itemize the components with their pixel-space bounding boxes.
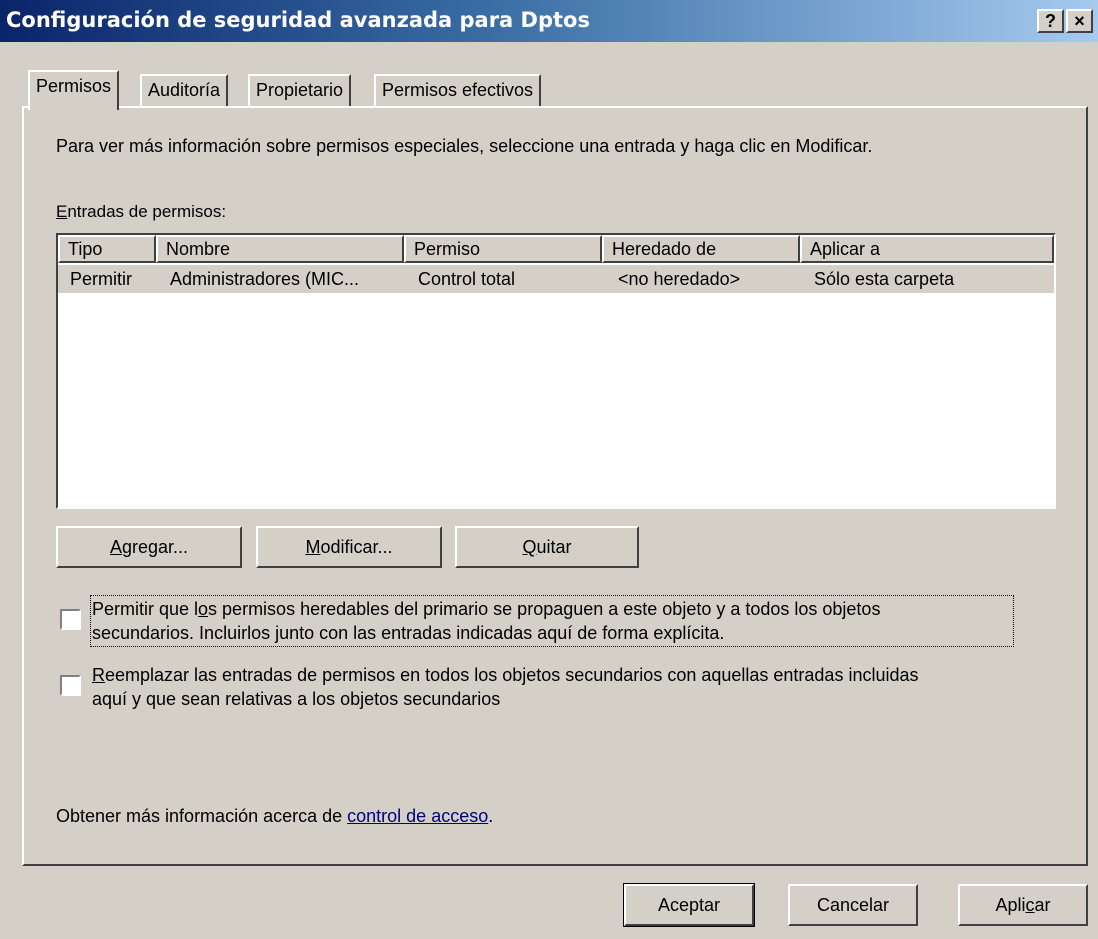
title-bar[interactable]: Configuración de seguridad avanzada para… xyxy=(0,0,1098,42)
apply-button[interactable]: Aplicar xyxy=(958,884,1088,926)
inherit-permissions-label[interactable]: Permitir que los permisos heredables del… xyxy=(90,595,1014,647)
tab-permisos[interactable]: Permisos xyxy=(28,70,120,110)
label-text: eemplazar las entradas de permisos en to… xyxy=(105,665,919,685)
help-button[interactable]: ? xyxy=(1037,9,1064,33)
button-text: Apli xyxy=(995,895,1026,915)
remove-button[interactable]: Quitar xyxy=(455,526,639,568)
column-header-tipo[interactable]: Tipo xyxy=(58,235,156,263)
mnemonic: A xyxy=(109,537,122,557)
column-header-aplicar[interactable]: Aplicar a xyxy=(800,235,1054,263)
more-info-text: Obtener más información acerca de contro… xyxy=(56,806,493,827)
replace-permissions-label[interactable]: Reemplazar las entradas de permisos en t… xyxy=(92,663,1088,711)
access-control-link[interactable]: control de acceso xyxy=(347,806,488,826)
inherit-permissions-checkbox[interactable] xyxy=(60,609,81,630)
button-text: ar xyxy=(1034,895,1051,915)
mnemonic: o xyxy=(198,599,209,619)
add-button[interactable]: Agregar... xyxy=(56,526,242,568)
modify-button[interactable]: Modificar... xyxy=(256,526,442,568)
cell-tipo: Permitir xyxy=(70,269,132,289)
list-header: Tipo Nombre Permiso Heredado de Aplicar … xyxy=(58,235,1054,263)
window-title: Configuración de seguridad avanzada para… xyxy=(6,8,590,32)
more-info-prefix: Obtener más información acerca de xyxy=(56,806,348,826)
table-row[interactable]: Permitir Administradores (MIC... Control… xyxy=(58,265,1054,293)
cell-nombre: Administradores (MIC... xyxy=(170,269,360,289)
tab-permisos-efectivos[interactable]: Permisos efectivos xyxy=(374,74,542,106)
label-line: Reemplazar las entradas de permisos en t… xyxy=(92,663,1088,687)
label-text: Permitir que l xyxy=(92,599,199,619)
advanced-security-dialog: Configuración de seguridad avanzada para… xyxy=(0,0,1098,939)
cell-aplicar: Sólo esta carpeta xyxy=(814,269,955,289)
close-icon: × xyxy=(1074,11,1085,31)
tab-label: Permisos xyxy=(36,76,112,96)
mnemonic: c xyxy=(1025,895,1035,915)
tab-label: Propietario xyxy=(256,80,344,100)
button-text: uitar xyxy=(536,537,572,557)
cell-permiso: Control total xyxy=(418,269,516,289)
instructions-text: Para ver más información sobre permisos … xyxy=(56,136,873,156)
entries-label: Entradas de permisos: xyxy=(56,202,226,222)
tab-label: Auditoría xyxy=(148,80,221,100)
cancel-button[interactable]: Cancelar xyxy=(788,884,918,926)
label-line: Permitir que los permisos heredables del… xyxy=(92,597,1012,621)
label-line: secundarios. Incluirlos junto con las en… xyxy=(92,623,725,643)
more-info-suffix: . xyxy=(488,806,494,826)
help-icon: ? xyxy=(1045,11,1056,31)
column-header-nombre[interactable]: Nombre xyxy=(156,235,404,263)
label-line: aquí y que sean relativas a los objetos … xyxy=(92,689,501,709)
mnemonic: Q xyxy=(522,537,537,557)
button-text: odificar... xyxy=(320,537,393,557)
replace-permissions-checkbox[interactable] xyxy=(60,675,81,696)
ok-button[interactable]: Aceptar xyxy=(623,883,755,927)
column-header-heredado[interactable]: Heredado de xyxy=(602,235,800,263)
tab-label: Permisos efectivos xyxy=(382,80,534,100)
label-text: s permisos heredables del primario se pr… xyxy=(208,599,881,619)
column-header-permiso[interactable]: Permiso xyxy=(404,235,602,263)
permission-entries-list[interactable]: Tipo Nombre Permiso Heredado de Aplicar … xyxy=(56,233,1056,509)
tab-auditoria[interactable]: Auditoría xyxy=(140,74,229,106)
mnemonic: E xyxy=(56,202,68,221)
mnemonic: M xyxy=(305,537,321,557)
button-text: gregar... xyxy=(121,537,189,557)
mnemonic: R xyxy=(92,665,105,685)
cell-heredado: <no heredado> xyxy=(618,269,741,289)
close-button[interactable]: × xyxy=(1066,9,1093,33)
tab-propietario[interactable]: Propietario xyxy=(248,74,352,106)
entries-label-text: ntradas de permisos: xyxy=(67,202,227,221)
